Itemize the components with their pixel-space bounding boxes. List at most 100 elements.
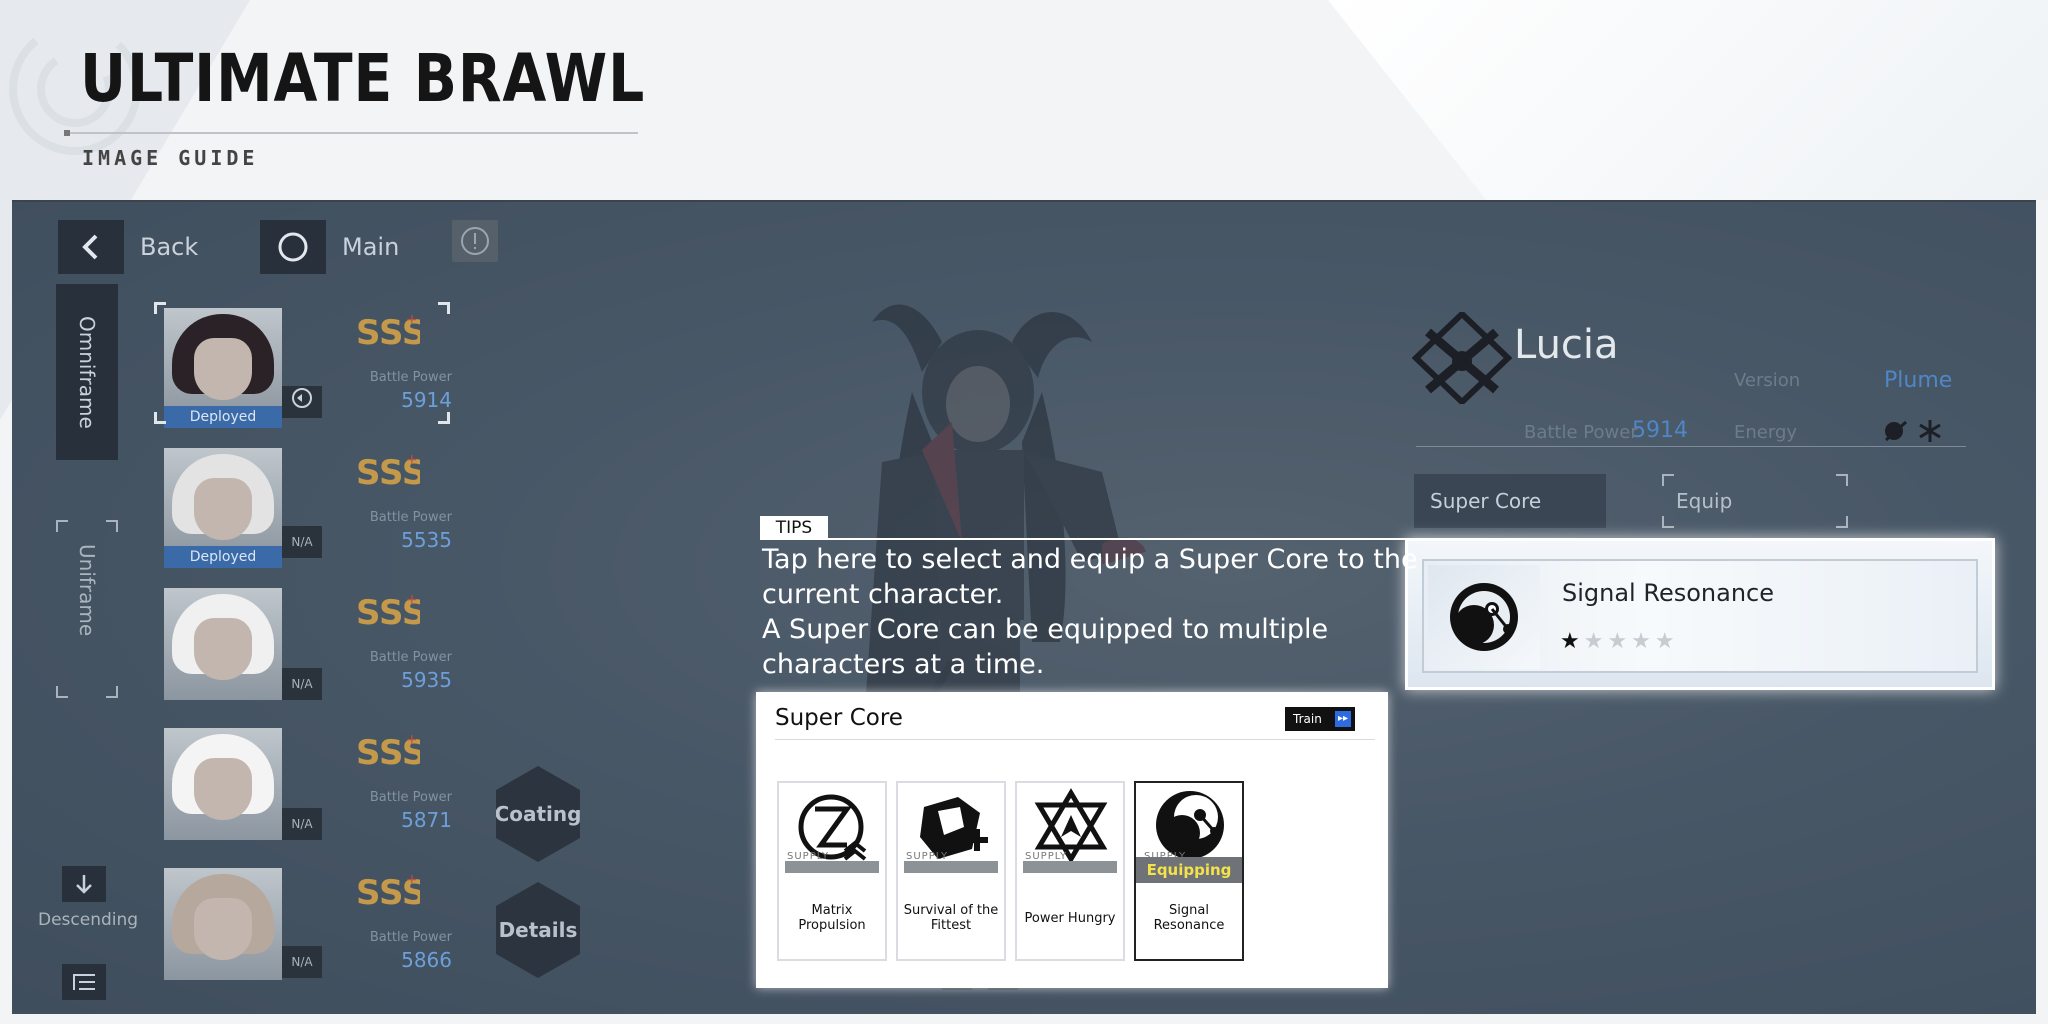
portrait-face xyxy=(194,758,252,820)
svg-text:+: + xyxy=(406,312,418,328)
tips-line: characters at a time. xyxy=(762,649,1045,680)
train-button[interactable]: Train ▸▸ xyxy=(1285,707,1355,731)
portrait-face xyxy=(194,338,252,400)
battle-power-value: 5871 xyxy=(401,808,452,832)
tab-super-core[interactable]: Super Core xyxy=(1414,474,1606,528)
na-badge: N/A xyxy=(282,526,322,558)
selection-corner xyxy=(154,412,166,424)
tips-underline xyxy=(760,538,1408,540)
sort-order-button[interactable] xyxy=(62,866,106,902)
core-level-bar xyxy=(904,861,998,873)
star-filled-icon: ★ xyxy=(1560,629,1584,654)
header-background-panel xyxy=(1328,0,2048,200)
battle-power-value: 5866 xyxy=(401,948,452,972)
version-value: Plume xyxy=(1884,368,1953,393)
core-name: Signal Resonance xyxy=(1153,903,1225,933)
na-badge: N/A xyxy=(282,808,322,840)
core-level-bar xyxy=(1023,861,1117,873)
core-name: Power Hungry xyxy=(1024,911,1116,926)
tab-corner-marker xyxy=(1836,516,1848,528)
character-portrait xyxy=(164,868,282,980)
star-empty-icon: ★★★★ xyxy=(1583,629,1679,654)
page-subtitle: IMAGE GUIDE xyxy=(82,146,259,170)
back-button[interactable]: Back xyxy=(58,220,198,274)
sss-rank-icon: SSS+ xyxy=(356,592,420,633)
core-level-bar xyxy=(785,861,879,873)
energy-label: Energy xyxy=(1734,422,1798,443)
core-option[interactable]: SUPPLY Matrix Propulsion xyxy=(777,781,887,961)
svg-text:+: + xyxy=(406,592,418,608)
roster-card[interactable]: Deployed N/A SSS + Battle Power 5535 xyxy=(154,448,454,568)
details-label: Details xyxy=(498,918,578,942)
fast-forward-icon: ▸▸ xyxy=(1335,711,1351,727)
roster-card[interactable]: N/A SSS + Battle Power 5871 xyxy=(154,728,454,848)
filter-button[interactable] xyxy=(62,964,106,1000)
battle-power-label: Battle Power xyxy=(369,510,452,525)
main-label: Main xyxy=(342,233,400,261)
main-button[interactable]: Main xyxy=(260,220,399,274)
core-option[interactable]: SUPPLY Power Hungry xyxy=(1015,781,1125,961)
tips-message: Tap here to select and equip a Super Cor… xyxy=(762,542,1418,682)
roster-card[interactable]: N/A SSS + Battle Power 5866 xyxy=(154,868,454,988)
na-badge: N/A xyxy=(282,946,322,978)
battle-power-label: Battle Power xyxy=(369,650,452,665)
core-star-rating: ★★★★★ xyxy=(1560,629,1679,654)
svg-text:+: + xyxy=(406,732,418,748)
energy-element-icon xyxy=(1884,420,1941,442)
tab-omniframe[interactable]: Omniframe xyxy=(56,284,118,460)
core-name: Survival of the Fittest xyxy=(903,903,999,933)
equipped-super-core-slot[interactable]: Signal Resonance ★★★★★ xyxy=(1405,538,1995,690)
battle-power-label: Battle Power xyxy=(369,790,452,805)
sort-order-label: Descending xyxy=(38,910,139,930)
popup-title: Super Core xyxy=(775,705,903,731)
character-bp-label: Battle Power xyxy=(1524,422,1638,443)
tips-line: current character. xyxy=(762,579,1004,610)
core-option-selected[interactable]: SUPPLY Equipping Signal Resonance xyxy=(1134,781,1244,961)
tips-badge: TIPS xyxy=(760,516,828,540)
coating-label: Coating xyxy=(494,802,582,826)
tab-equip[interactable]: Equip xyxy=(1662,474,1848,528)
sss-rank-icon: SSS+ xyxy=(356,312,420,353)
battle-power-value: 5535 xyxy=(401,528,452,552)
title-divider-dot xyxy=(64,130,70,136)
core-name: Matrix Propulsion xyxy=(798,903,866,933)
portrait-face xyxy=(194,898,252,960)
portrait-face xyxy=(194,618,252,680)
core-option[interactable]: SUPPLY Survival of the Fittest xyxy=(896,781,1006,961)
equipped-core-name: Signal Resonance xyxy=(1562,579,1774,607)
tab-uniframe-label: Uniframe xyxy=(75,543,99,637)
tips-line: Tap here to select and equip a Super Cor… xyxy=(762,544,1418,575)
character-portrait xyxy=(164,448,282,560)
character-bp-value: 5914 xyxy=(1632,418,1688,443)
tab-corner-marker xyxy=(56,520,68,532)
tab-corner-marker xyxy=(56,686,68,698)
character-name: Lucia xyxy=(1514,322,1619,368)
tab-equip-label: Equip xyxy=(1676,489,1733,513)
svg-text:+: + xyxy=(406,872,418,888)
sss-rank-icon: SSS+ xyxy=(356,872,420,913)
super-core-popup: Super Core Train ▸▸ SUPPLY Matrix Propul… xyxy=(756,692,1388,988)
tab-corner-marker xyxy=(106,520,118,532)
character-portrait xyxy=(164,308,282,420)
portrait-face xyxy=(194,478,252,540)
home-circle-icon xyxy=(260,220,326,274)
character-portrait xyxy=(164,588,282,700)
info-icon[interactable] xyxy=(452,220,498,262)
tab-omniframe-label: Omniframe xyxy=(75,315,99,429)
tab-corner-marker xyxy=(1662,474,1674,486)
back-label: Back xyxy=(140,233,199,261)
battle-power-value: 5935 xyxy=(401,668,452,692)
title-divider xyxy=(64,132,638,134)
page-title: ULTIMATE BRAWL xyxy=(80,40,646,117)
sss-rank-icon: SSS+ xyxy=(356,452,420,493)
svg-text:+: + xyxy=(406,452,418,468)
tips-line: A Super Core can be equipped to multiple xyxy=(762,614,1329,645)
roster-card[interactable]: N/A SSS + Battle Power 5935 xyxy=(154,588,454,708)
back-icon xyxy=(58,220,124,274)
na-badge: N/A xyxy=(282,668,322,700)
roster-card[interactable]: Deployed SSS + Battle Power 5914 xyxy=(154,302,454,428)
battle-power-label: Battle Power xyxy=(369,370,452,385)
battle-power-label: Battle Power xyxy=(369,930,452,945)
signal-resonance-icon xyxy=(1450,583,1518,651)
arrow-down-icon xyxy=(76,875,92,894)
